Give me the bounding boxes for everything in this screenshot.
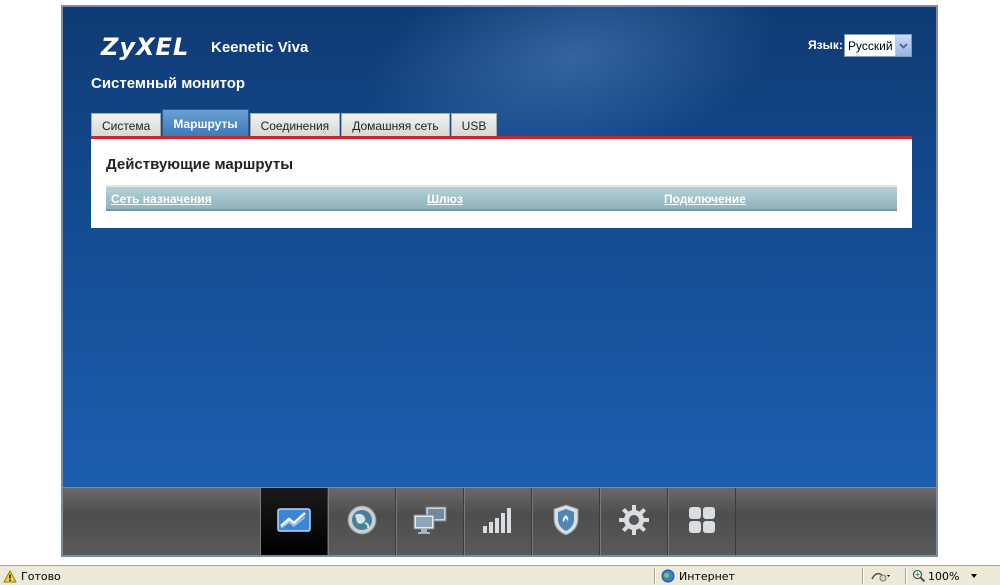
tab-home-network[interactable]: Домашняя сеть — [341, 113, 450, 137]
wifi-signal-icon — [481, 506, 515, 539]
dock-apps[interactable] — [668, 488, 736, 555]
language-label: Язык: — [808, 38, 843, 52]
language-select[interactable]: Русский — [844, 34, 912, 57]
tab-bar: Система Маршруты Соединения Домашняя сет… — [91, 109, 498, 137]
status-text: Готово — [21, 569, 61, 583]
apps-grid-icon — [687, 505, 717, 540]
routes-heading: Действующие маршруты — [106, 156, 294, 173]
column-connection[interactable]: Подключение — [664, 192, 746, 206]
tab-connections[interactable]: Соединения — [249, 113, 341, 137]
zone-label: Интернет — [679, 569, 735, 583]
zyxel-logo: ZyXEL — [101, 33, 190, 61]
tab-system[interactable]: Система — [91, 113, 162, 137]
browser-viewport: ZyXEL Keenetic Viva Язык: Русский Систем… — [0, 0, 1000, 565]
column-destination[interactable]: Сеть назначения — [111, 192, 212, 206]
dock-security[interactable] — [532, 488, 600, 555]
gear-icon — [618, 504, 650, 541]
page-title: Системный монитор — [91, 75, 246, 92]
tab-routes[interactable]: Маршруты — [162, 109, 249, 137]
routes-panel: Действующие маршруты Сеть назначения Шлю… — [91, 136, 912, 228]
column-gateway[interactable]: Шлюз — [427, 192, 463, 206]
bottom-dock — [63, 487, 936, 555]
internet-zone-icon — [661, 568, 675, 584]
warning-icon — [3, 568, 17, 584]
zoom-level[interactable]: 100% — [928, 568, 959, 584]
language-select-value: Русский — [848, 38, 893, 53]
dock-wifi[interactable] — [464, 488, 532, 555]
zoom-icon[interactable] — [912, 568, 926, 584]
dock-home-network[interactable] — [396, 488, 464, 555]
router-admin-page: ZyXEL Keenetic Viva Язык: Русский Систем… — [61, 5, 938, 557]
monitor-chart-icon — [277, 507, 311, 537]
zoom-dropdown-icon[interactable] — [970, 568, 978, 584]
browser-statusbar: Готово Интернет 100% — [0, 565, 1000, 585]
chevron-down-icon[interactable] — [895, 35, 911, 56]
globe-icon — [346, 504, 378, 541]
security-shield-icon — [551, 503, 581, 542]
dock-internet[interactable] — [328, 488, 396, 555]
tab-usb[interactable]: USB — [450, 113, 498, 137]
home-network-icon — [412, 504, 448, 541]
protected-mode-icon[interactable] — [870, 568, 892, 584]
model-name: Keenetic Viva — [211, 39, 309, 56]
dock-system-monitor[interactable] — [260, 488, 328, 555]
dock-settings[interactable] — [600, 488, 668, 555]
routes-table-header: Сеть назначения Шлюз Подключение — [106, 185, 897, 211]
